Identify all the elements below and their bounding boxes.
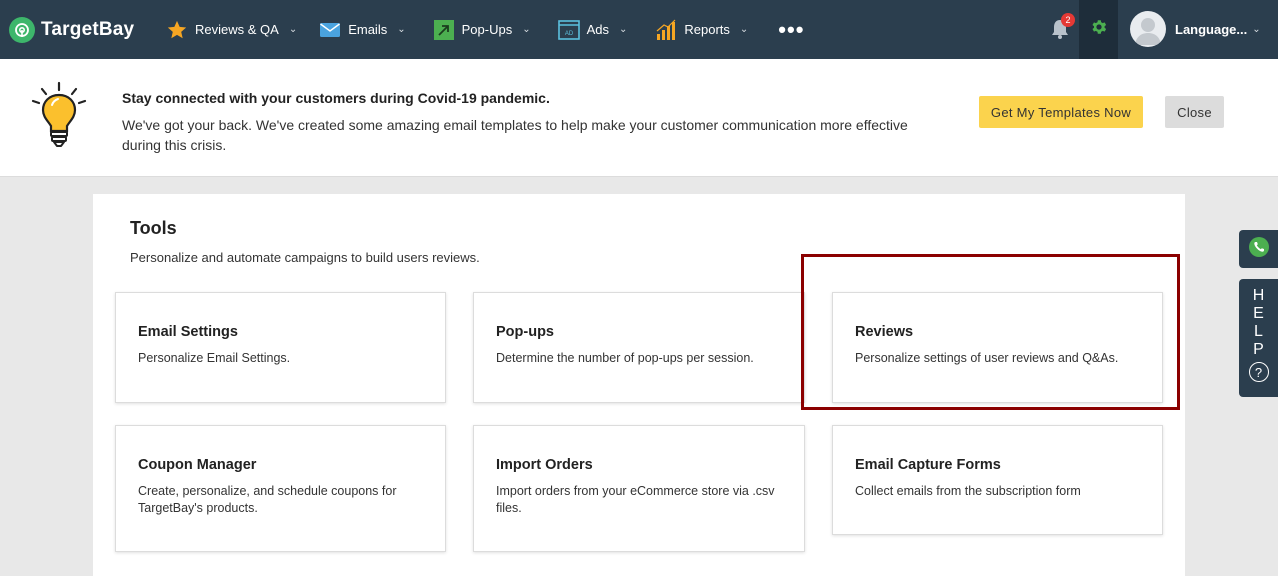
nav-reviews-qa-label: Reviews & QA	[195, 22, 279, 37]
help-letter: E	[1253, 305, 1264, 322]
card-import-orders[interactable]: Import Orders Import orders from your eC…	[473, 425, 805, 552]
chevron-down-icon: ⌄	[1252, 23, 1261, 35]
ad-icon: AD	[557, 19, 580, 41]
brand-name: TargetBay	[41, 18, 135, 40]
bar-chart-icon	[655, 19, 677, 41]
nav-ads-label: Ads	[586, 22, 609, 37]
nav-reports[interactable]: Reports ⌄	[655, 0, 748, 59]
card-description: Determine the number of pop-ups per sess…	[496, 351, 754, 365]
targetbay-logo-icon	[9, 16, 35, 43]
call-button[interactable]	[1239, 230, 1278, 268]
lightbulb-icon	[30, 81, 88, 151]
card-email-settings[interactable]: Email Settings Personalize Email Setting…	[115, 292, 446, 403]
chevron-down-icon: ⌄	[288, 24, 298, 35]
avatar	[1130, 11, 1166, 47]
help-tab[interactable]: H E L P ?	[1239, 279, 1278, 397]
more-menu-icon[interactable]: •••	[778, 18, 804, 40]
nav-reports-label: Reports	[684, 22, 730, 37]
help-letter: H	[1252, 287, 1265, 304]
card-title: Coupon Manager	[138, 457, 257, 473]
help-letter: L	[1254, 323, 1263, 340]
notification-badge: 2	[1061, 13, 1075, 27]
nav-reviews-qa[interactable]: Reviews & QA ⌄	[166, 0, 297, 59]
nav-popups[interactable]: Pop-Ups ⌄	[433, 0, 531, 59]
card-coupon-manager[interactable]: Coupon Manager Create, personalize, and …	[115, 425, 446, 552]
card-description: Create, personalize, and schedule coupon…	[138, 484, 397, 515]
page-subtitle: Personalize and automate campaigns to bu…	[130, 250, 480, 265]
banner-text: We've got your back. We've created some …	[122, 117, 908, 153]
card-title: Import Orders	[496, 457, 593, 473]
phone-icon	[1248, 236, 1270, 263]
nav-emails[interactable]: Emails ⌄	[319, 0, 406, 59]
gear-icon	[1090, 18, 1108, 41]
card-reviews[interactable]: Reviews Personalize settings of user rev…	[832, 292, 1163, 403]
chevron-down-icon: ⌄	[397, 24, 406, 35]
language-label: Language...	[1175, 21, 1248, 37]
card-title: Email Settings	[138, 324, 238, 340]
card-email-capture-forms[interactable]: Email Capture Forms Collect emails from …	[832, 425, 1163, 535]
popup-arrow-icon	[433, 19, 455, 41]
nav-emails-label: Emails	[348, 22, 388, 37]
page-title: Tools	[130, 218, 177, 238]
chevron-down-icon: ⌄	[522, 24, 531, 35]
nav-ads[interactable]: AD Ads ⌄	[557, 0, 628, 59]
close-banner-button[interactable]: Close	[1165, 96, 1224, 128]
top-navbar: TargetBay Reviews & QA ⌄ Emails ⌄ Pop-Up…	[0, 0, 1278, 59]
help-letter: P	[1253, 341, 1264, 358]
card-popups[interactable]: Pop-ups Determine the number of pop-ups …	[473, 292, 805, 403]
star-icon	[166, 19, 188, 41]
user-menu[interactable]: Language... ⌄	[1130, 11, 1261, 47]
card-title: Email Capture Forms	[855, 457, 1001, 473]
banner-title: Stay connected with your customers durin…	[122, 90, 550, 106]
chevron-down-icon: ⌄	[739, 24, 749, 35]
brand[interactable]: TargetBay	[9, 16, 149, 43]
card-description: Personalize settings of user reviews and…	[855, 351, 1119, 365]
get-templates-button[interactable]: Get My Templates Now	[979, 96, 1143, 128]
card-title: Reviews	[855, 324, 914, 340]
card-description: Import orders from your eCommerce store …	[496, 484, 775, 515]
nav-popups-label: Pop-Ups	[461, 22, 513, 37]
svg-text:AD: AD	[564, 31, 573, 37]
question-icon: ?	[1248, 362, 1269, 382]
settings-button[interactable]	[1079, 0, 1118, 59]
card-title: Pop-ups	[496, 324, 554, 340]
covid-banner: Stay connected with your customers durin…	[0, 59, 1278, 177]
envelope-icon	[319, 19, 341, 41]
card-description: Collect emails from the subscription for…	[855, 484, 1081, 498]
chevron-down-icon: ⌄	[618, 24, 628, 35]
card-description: Personalize Email Settings.	[138, 351, 291, 365]
